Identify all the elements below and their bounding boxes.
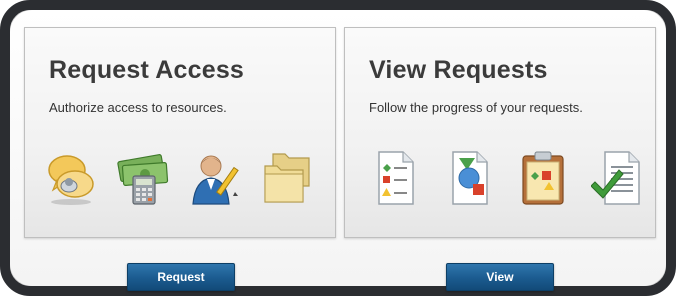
chat-bubbles-icon bbox=[48, 155, 94, 205]
view-requests-title: View Requests bbox=[369, 56, 548, 84]
request-button[interactable]: Request bbox=[127, 263, 235, 291]
request-access-panel: Request Access Authorize access to resou… bbox=[24, 27, 336, 238]
request-access-icons bbox=[43, 146, 315, 210]
document-list-icon bbox=[378, 151, 414, 205]
view-button[interactable]: View bbox=[446, 263, 554, 291]
money-calculator-icon bbox=[117, 154, 169, 205]
view-requests-panel: View Requests Follow the progress of you… bbox=[344, 27, 656, 238]
clipboard-icon bbox=[522, 151, 564, 205]
user-pencil-icon bbox=[192, 155, 239, 205]
view-requests-icons bbox=[369, 146, 647, 210]
request-access-title: Request Access bbox=[49, 56, 245, 84]
folders-icon bbox=[264, 153, 310, 203]
view-requests-subtitle: Follow the progress of your requests. bbox=[369, 100, 583, 115]
document-check-icon bbox=[591, 151, 640, 205]
request-access-subtitle: Authorize access to resources. bbox=[49, 100, 227, 115]
document-shapes-icon bbox=[452, 151, 488, 205]
